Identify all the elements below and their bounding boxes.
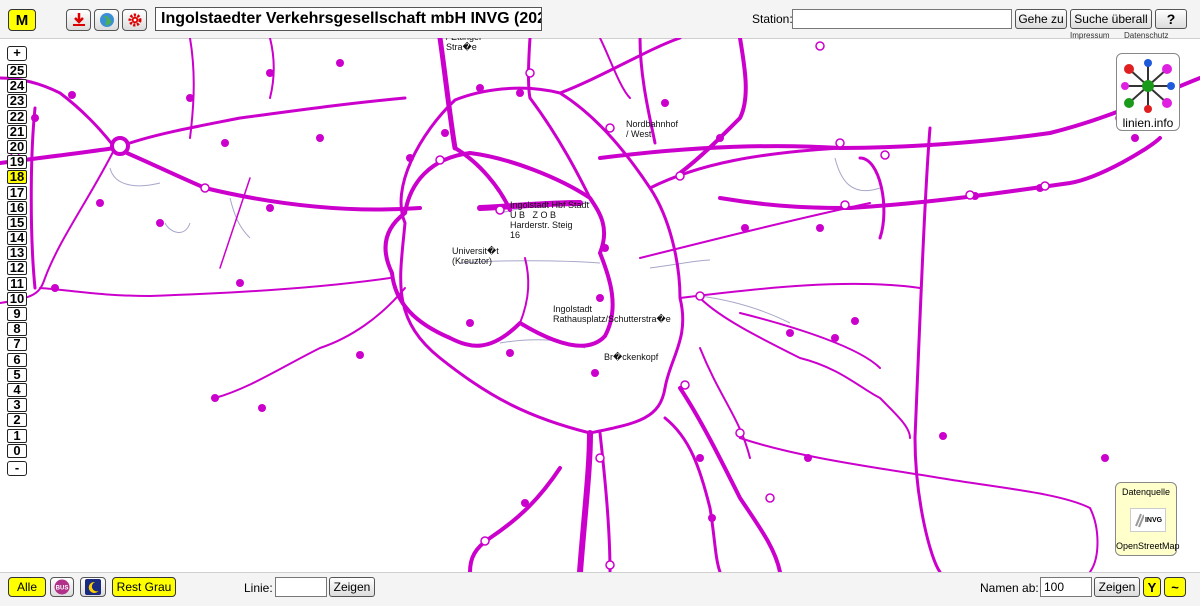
zoom-level-6[interactable]: 6 [7, 352, 27, 367]
zoom-level-18[interactable]: 18 [7, 170, 27, 185]
svg-text:BUS: BUS [56, 586, 69, 592]
zoom-level-20[interactable]: 20 [7, 139, 27, 154]
zoom-level-22[interactable]: 22 [7, 109, 27, 124]
linie-input[interactable] [275, 577, 327, 597]
zoom-level-14[interactable]: 14 [7, 231, 27, 246]
globe-icon [99, 13, 114, 27]
zoom-level-21[interactable]: 21 [7, 124, 27, 139]
show-line-button[interactable]: Zeigen [329, 577, 375, 597]
rest-gray-button[interactable]: Rest Grau [112, 577, 176, 597]
linien-info-logo[interactable]: linien.info [1116, 53, 1180, 131]
download-button[interactable] [66, 9, 91, 31]
invg-stripe-icon [1135, 513, 1144, 528]
moon-icon [85, 579, 101, 595]
zoom-control: + 25 24 23 22 21 20 19 18 17 16 15 14 13 12 11 10 9 8 7 6 5 4… [7, 46, 29, 479]
bottom-toolbar: Alle BUS Rest Grau Linie: Zeigen Namen a… [0, 572, 1200, 606]
data-source-title: Datenquelle [1121, 487, 1171, 497]
map-label-nordbahnhof: Nordbahnhof / West [626, 119, 679, 139]
goto-button[interactable]: Gehe zu [1015, 9, 1067, 29]
top-toolbar: M Ingolstaedter Verkehrsgesellschaft mbH… [0, 0, 1200, 40]
map-label-universitaet: Universit�t (Kreuztor) [452, 246, 499, 266]
zoom-level-7[interactable]: 7 [7, 337, 27, 352]
station-input[interactable] [792, 9, 1012, 29]
bus-filter-button[interactable]: BUS [50, 577, 74, 597]
y-button[interactable]: Y [1143, 577, 1161, 597]
night-filter-button[interactable] [80, 577, 106, 597]
invg-logo-text: INVG [1144, 516, 1163, 524]
page-title: Ingolstaedter Verkehrsgesellschaft mbH I… [155, 7, 542, 31]
data-source-box[interactable]: Datenquelle INVG OpenStreetMap [1115, 482, 1180, 556]
logo-text: linien.info [1122, 116, 1174, 130]
zoom-level-0[interactable]: 0 [7, 443, 27, 458]
zoom-level-17[interactable]: 17 [7, 185, 27, 200]
zoom-level-5[interactable]: 5 [7, 367, 27, 382]
zoom-level-16[interactable]: 16 [7, 200, 27, 215]
map-label-brueckenkopf: Br�ckenkopf [604, 352, 659, 362]
map-label-ettinger: / Ettinger Stra�e [446, 38, 482, 52]
invg-logo: INVG [1130, 508, 1166, 532]
zoom-level-8[interactable]: 8 [7, 322, 27, 337]
map-label-zob: Ingolstadt Hbf Stadt U B Z O B Harderstr… [510, 200, 590, 240]
show-names-button[interactable]: Zeigen [1094, 577, 1140, 597]
zoom-level-11[interactable]: 11 [7, 276, 27, 291]
zoom-level-3[interactable]: 3 [7, 398, 27, 413]
tilde-button[interactable]: ~ [1164, 577, 1186, 597]
zoom-level-13[interactable]: 13 [7, 246, 27, 261]
menu-button[interactable]: M [8, 9, 36, 31]
zoom-level-1[interactable]: 1 [7, 428, 27, 443]
stop-dots [31, 59, 1139, 522]
zoom-level-23[interactable]: 23 [7, 94, 27, 109]
search-all-button[interactable]: Suche überall [1070, 9, 1152, 29]
network-logo-icon [1121, 59, 1175, 113]
zoom-level-12[interactable]: 12 [7, 261, 27, 276]
transit-map[interactable]: / Ettinger Stra�e Nordbahnhof / West Ing… [0, 38, 1200, 572]
names-from-label: Namen ab: [980, 581, 1039, 595]
osm-credit: OpenStreetMap [1116, 541, 1180, 551]
zoom-level-25[interactable]: 25 [7, 64, 27, 78]
linie-label: Linie: [244, 581, 273, 595]
zoom-out-button[interactable]: - [7, 460, 27, 476]
zoom-level-4[interactable]: 4 [7, 382, 27, 397]
settings-button[interactable] [122, 9, 147, 31]
names-from-input[interactable] [1040, 577, 1092, 597]
zoom-in-button[interactable]: + [7, 46, 27, 61]
gear-icon [128, 13, 141, 27]
zoom-level-19[interactable]: 19 [7, 155, 27, 170]
zoom-level-9[interactable]: 9 [7, 307, 27, 321]
all-lines-button[interactable]: Alle [8, 577, 46, 597]
zoom-level-15[interactable]: 15 [7, 215, 27, 230]
map-label-rathausplatz: Ingolstadt Rathausplatz/Schutterstra�e [553, 304, 671, 324]
zoom-level-24[interactable]: 24 [7, 79, 27, 94]
zoom-level-2[interactable]: 2 [7, 413, 27, 428]
help-button[interactable]: ? [1155, 9, 1187, 29]
zoom-level-10[interactable]: 10 [7, 291, 27, 306]
station-label: Station: [752, 12, 793, 26]
globe-button[interactable] [94, 9, 119, 31]
download-icon [72, 13, 85, 26]
bus-icon: BUS [54, 579, 70, 595]
